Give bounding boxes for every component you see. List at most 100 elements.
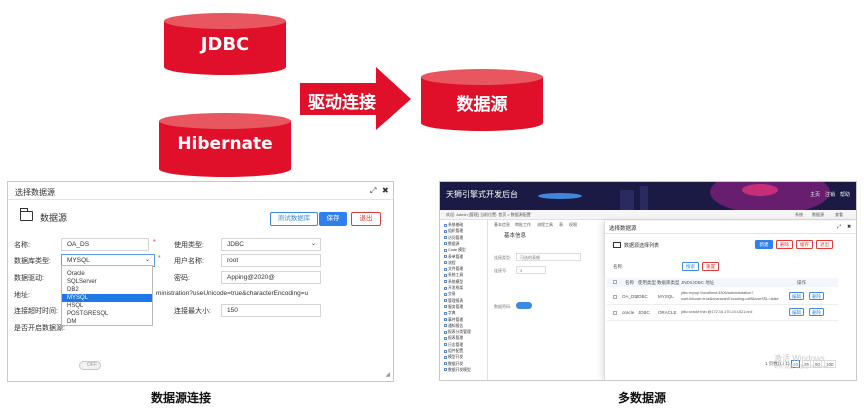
multi-datasource-screenshot: 天狮引擎式开发后台 主页 注销 帮助 欢迎: Admin [管理] 当前位置: … xyxy=(439,181,857,381)
modal-exit-button[interactable]: 退出 xyxy=(816,240,833,249)
search-button[interactable]: 搜索 xyxy=(682,262,699,271)
sidebar-item[interactable]: 字典 xyxy=(444,311,456,316)
sidebar-item[interactable]: 开发框架 xyxy=(444,286,463,291)
sidebar-item[interactable]: 系统基础 xyxy=(444,223,463,228)
modal-close-icon[interactable]: ✖ xyxy=(847,224,851,230)
new-button[interactable]: 新建 xyxy=(755,240,773,249)
sidebar-item[interactable]: 模型开发 xyxy=(444,355,463,360)
sidebar-item[interactable]: 日志管理 xyxy=(444,343,463,348)
db-type-option[interactable]: Oracle xyxy=(62,270,152,278)
row-checkbox[interactable] xyxy=(613,311,617,315)
password-field[interactable]: Apping@2020@ xyxy=(221,271,321,284)
tab-basic[interactable]: 基本信息 xyxy=(494,220,510,229)
save-button[interactable]: 保存 xyxy=(319,212,347,226)
modal-maximize-icon[interactable]: ⤢ xyxy=(837,224,841,230)
resize-handle-icon[interactable]: ◢ xyxy=(385,371,390,378)
sidebar-item[interactable]: 组织管理 xyxy=(444,229,463,234)
sidebar-item[interactable]: 表单管理 xyxy=(444,255,463,260)
usage-type-label: 使用类型: xyxy=(174,242,204,249)
name-field[interactable]: OA_DS xyxy=(61,238,149,251)
col-usage: 使用类型 xyxy=(638,280,656,285)
required-mark: * xyxy=(153,239,156,246)
sidebar-item-label: 组件配置 xyxy=(448,349,464,353)
close-icon[interactable]: ✖ xyxy=(382,186,389,195)
title-divider xyxy=(8,199,393,200)
test-database-button[interactable]: 测试数据库 xyxy=(270,212,318,226)
col-name: 名称 xyxy=(625,280,634,285)
remove-button[interactable]: 删除 xyxy=(809,292,824,300)
sidebar-item[interactable]: 管理报表 xyxy=(444,299,463,304)
table-row[interactable]: oracle JDBC ORACLE jdbc:oracle:thin:@172… xyxy=(607,305,838,321)
row-address-1: jdbc:oracle:thin:@172.16.170.24:1521:orc… xyxy=(681,310,753,314)
tab-approval[interactable]: 审批工作 xyxy=(515,220,531,229)
select-all-checkbox[interactable] xyxy=(613,280,617,284)
topnav-logout[interactable]: 注销 xyxy=(825,191,835,198)
remove-button[interactable]: 删除 xyxy=(809,308,824,316)
sidebar-item[interactable]: 文件管理 xyxy=(444,267,463,272)
maximize-icon[interactable]: ⤢ xyxy=(370,186,376,196)
sidebar-item-label: 日志管理 xyxy=(448,342,464,347)
table-row[interactable]: OA_DS JDBC MYSQL jdbc:mysql://localhost:… xyxy=(607,289,838,305)
sidebar-item-label: 访问管理 xyxy=(448,235,464,240)
folder-icon xyxy=(444,223,447,227)
sidebar-item[interactable]: 系统模型 xyxy=(444,280,463,285)
username-field[interactable]: root xyxy=(221,254,321,267)
sidebar-item-label: 系统模型 xyxy=(448,279,464,284)
reset-button[interactable]: 重置 xyxy=(702,262,719,271)
inner-value-2[interactable]: 3 xyxy=(516,266,546,274)
sidebar-item[interactable]: 系统工具 xyxy=(444,273,463,278)
edit-button[interactable]: 编辑 xyxy=(789,308,804,316)
db-type-option[interactable]: HSQL xyxy=(62,302,152,310)
exit-button[interactable]: 退出 xyxy=(351,212,381,226)
db-type-option[interactable]: DM xyxy=(62,318,152,326)
jdbc-label: JDBC xyxy=(200,34,250,55)
tab-process[interactable]: 流程工具 xyxy=(537,220,553,229)
dialog-title: 选择数据源 xyxy=(15,188,55,197)
dialog-header-title: 数据源 xyxy=(40,213,68,223)
hibernate-label: Hibernate xyxy=(177,134,273,154)
sidebar-item[interactable]: 数据源 xyxy=(444,242,459,247)
sidebar-item-label: Code 模型 xyxy=(448,248,466,253)
modal-header: 数据源选择列表 xyxy=(624,243,660,249)
subbar-right-1[interactable]: 系统 xyxy=(795,210,803,220)
db-type-option-selected[interactable]: MYSQL xyxy=(62,294,152,302)
usage-type-select[interactable]: JDBC ⌄ xyxy=(221,238,321,251)
sidebar-item-label: 开发框架 xyxy=(448,286,464,290)
arrow-label: 驱动连接 xyxy=(308,93,376,113)
max-connections-field[interactable]: 150 xyxy=(221,304,321,317)
topnav-home[interactable]: 主页 xyxy=(810,191,820,198)
sidebar-item[interactable]: 数据开发模型 xyxy=(444,368,471,373)
enable-datasource-toggle[interactable]: OFF xyxy=(79,361,101,370)
sidebar-item[interactable]: 服务管理 xyxy=(444,305,463,310)
db-type-option[interactable]: SQLServer xyxy=(62,278,152,286)
sidebar-item[interactable]: 组件配置 xyxy=(444,349,463,354)
tab-permission[interactable]: 权限 xyxy=(569,220,577,229)
cache-button[interactable]: 缓存 xyxy=(796,240,813,249)
inner-value-1[interactable]: 可选的表格 xyxy=(516,253,581,261)
folder-icon xyxy=(444,292,447,296)
sidebar-item[interactable]: Code 模型 xyxy=(444,248,466,253)
edit-button[interactable]: 编辑 xyxy=(789,292,804,300)
sidebar-item[interactable]: 交易 xyxy=(444,292,456,297)
row-checkbox[interactable] xyxy=(613,295,617,299)
tab-table[interactable]: 表 xyxy=(559,220,563,229)
sidebar-item[interactable]: 通知报告 xyxy=(444,324,463,329)
sidebar-item[interactable]: 事件管理 xyxy=(444,318,463,323)
sidebar-item[interactable]: 数据开发 xyxy=(444,362,463,367)
subbar-right-3[interactable]: 查看 xyxy=(835,210,843,220)
sidebar-item[interactable]: 流程 xyxy=(444,261,456,266)
topnav-help[interactable]: 帮助 xyxy=(840,191,850,198)
row-address-1: jdbc:mysql://localhost:3306/administrati… xyxy=(681,291,754,295)
modal-divider xyxy=(605,233,856,234)
subbar-right-2[interactable]: 数据源 xyxy=(812,210,824,220)
inner-toggle[interactable] xyxy=(516,302,532,309)
db-type-option[interactable]: DB2 xyxy=(62,286,152,294)
sidebar-item[interactable]: 访问管理 xyxy=(444,236,463,241)
delete-button[interactable]: 删除 xyxy=(776,240,793,249)
sidebar-item[interactable]: 报表分类管理 xyxy=(444,330,471,335)
db-type-option[interactable]: POSTGRESQL xyxy=(62,310,152,318)
folder-icon xyxy=(444,280,447,284)
sidebar-item-label: 系统基础 xyxy=(448,223,464,227)
sidebar-item[interactable]: 报表管理 xyxy=(444,336,463,341)
address-field[interactable]: ministration?useUnicode=true&characterEn… xyxy=(156,290,308,297)
